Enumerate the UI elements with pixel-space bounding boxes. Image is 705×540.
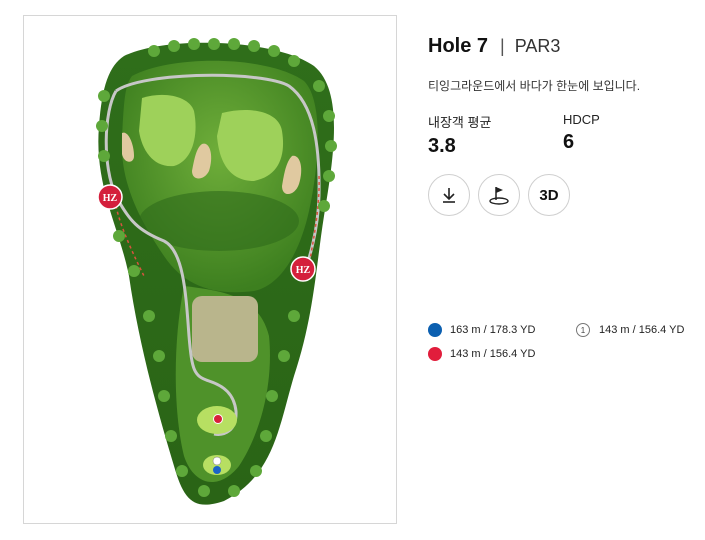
hdcp-value: 6 (563, 131, 575, 153)
course-map: HZ HZ (23, 15, 397, 524)
hole-illustration: HZ HZ (96, 38, 337, 505)
average-label: 내장객 평균 (428, 115, 492, 130)
blue-tee-dot (428, 323, 442, 337)
tee-1-distance: 143 m / 156.4 YD (599, 324, 685, 336)
green-view-button[interactable] (478, 174, 520, 216)
green-flag-icon (489, 187, 509, 205)
tee-white (212, 456, 222, 466)
hazard-label: HZ (103, 193, 118, 204)
download-icon (443, 188, 455, 203)
red-tee-dot (428, 347, 442, 361)
hole-title: Hole 7 (428, 34, 489, 57)
three-d-button[interactable]: 3D (528, 174, 570, 216)
download-button[interactable] (428, 174, 470, 216)
average-value: 3.8 (428, 135, 456, 157)
tee-legend: 163 m / 178.3 YD 1 143 m / 156.4 YD 143 … (428, 323, 703, 371)
tee-number-badge: 1 (576, 323, 590, 337)
hdcp-label: HDCP (563, 112, 600, 127)
pin-marker (213, 414, 223, 424)
hole-stats: 내장객 평균 3.8 HDCP 6 (428, 112, 698, 158)
blue-tee-distance: 163 m / 178.3 YD (450, 324, 536, 336)
red-tee-distance: 143 m / 156.4 YD (450, 348, 536, 360)
waste-area (192, 296, 258, 362)
hole-par: PAR3 (514, 35, 561, 56)
hazard-label: HZ (296, 265, 311, 276)
action-buttons: 3D (428, 174, 698, 216)
hole-description: 티잉그라운드에서 바다가 한눈에 보입니다. (428, 79, 641, 93)
hole-info: Hole 7 | PAR3 티잉그라운드에서 바다가 한눈에 보입니다. 내장객… (428, 32, 698, 216)
tee-blue (213, 466, 221, 474)
separator: | (500, 35, 505, 56)
